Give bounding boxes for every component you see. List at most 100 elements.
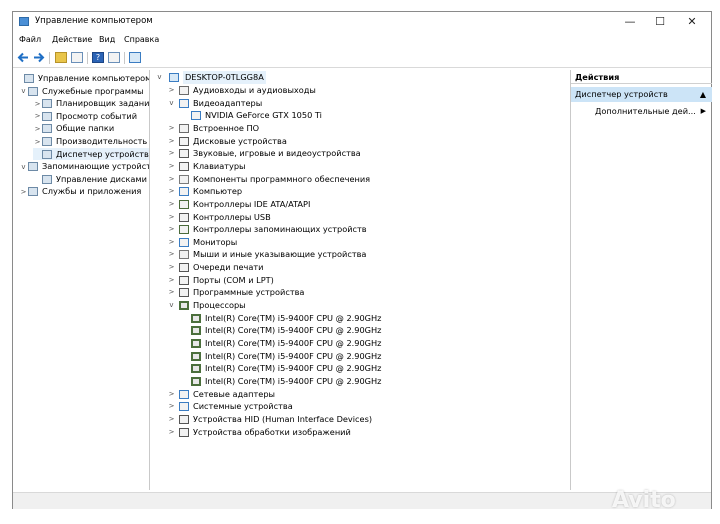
collapse-chevron-icon[interactable]: >	[167, 248, 176, 261]
device-row[interactable]: > Встроенное ПО	[151, 122, 561, 135]
console-tree: Управление компьютером (л v Служебные прог…	[13, 70, 150, 490]
device-row[interactable]: > Системные устройства	[151, 400, 561, 413]
console-tree-item[interactable]: Управление дисками	[33, 173, 147, 185]
device-row[interactable]: v Видеоадаптеры	[151, 97, 561, 110]
submenu-arrow-icon: ▶	[700, 107, 706, 115]
device-row[interactable]: Intel(R) Core(TM) i5-9400F CPU @ 2.90GHz	[151, 337, 561, 350]
device-root-row[interactable]: v DESKTOP-0TLGG8A	[155, 71, 455, 84]
menu-help[interactable]: Справка	[124, 35, 159, 44]
collapse-chevron-icon[interactable]: >	[167, 413, 176, 426]
device-label: Системные устройства	[193, 401, 293, 412]
console-tree-label: Управление дисками	[56, 173, 147, 184]
console-tree-item[interactable]: > Общие папки	[33, 122, 114, 134]
console-tree-item[interactable]: v Служебные программы	[19, 85, 144, 97]
monitor-icon[interactable]	[129, 52, 141, 63]
computer-management-window: Управление компьютером — ☐ ✕ Файл Действ…	[12, 11, 712, 509]
console-tree-item[interactable]: Диспетчер устройств	[33, 147, 149, 160]
processor-icon	[191, 326, 201, 336]
device-label: NVIDIA GeForce GTX 1050 Ti	[205, 110, 322, 121]
collapse-chevron-icon[interactable]: >	[167, 84, 176, 97]
mouse-icon	[179, 250, 189, 260]
forward-arrow-icon[interactable]	[33, 52, 45, 63]
actions-device-manager[interactable]: Диспетчер устройств ▲	[571, 87, 712, 102]
device-row[interactable]: Intel(R) Core(TM) i5-9400F CPU @ 2.90GHz	[151, 362, 561, 375]
back-arrow-icon[interactable]	[17, 52, 29, 63]
collapse-chevron-icon[interactable]: >	[167, 274, 176, 287]
properties-icon[interactable]	[108, 52, 120, 63]
device-row[interactable]: > Программные устройства	[151, 286, 561, 299]
device-row[interactable]: > Аудиовходы и аудиовыходы	[151, 84, 561, 97]
device-row[interactable]: > Очереди печати	[151, 261, 561, 274]
collapse-chevron-icon[interactable]: >	[167, 400, 176, 413]
menu-view[interactable]: Вид	[99, 35, 115, 44]
collapse-chevron-icon[interactable]: >	[167, 388, 176, 401]
device-row[interactable]: > Контроллеры запоминающих устройств	[151, 223, 561, 236]
menu-file[interactable]: Файл	[19, 35, 41, 44]
help-icon[interactable]: ?	[92, 52, 104, 63]
collapse-chevron-icon[interactable]: >	[167, 122, 176, 135]
printer-icon	[179, 263, 189, 273]
console-tree-item[interactable]: > Производительность	[33, 135, 147, 147]
close-button[interactable]: ✕	[677, 12, 707, 32]
device-row[interactable]: > Дисковые устройства	[151, 135, 561, 148]
device-row[interactable]: Intel(R) Core(TM) i5-9400F CPU @ 2.90GHz	[151, 375, 561, 388]
console-tree-item[interactable]: Управление компьютером (л	[15, 72, 149, 84]
collapse-chevron-icon[interactable]: v	[155, 71, 164, 84]
device-row[interactable]: > Устройства HID (Human Interface Devices…	[151, 413, 561, 426]
device-row[interactable]: > Устройства обработки изображений	[151, 426, 561, 439]
console-tree-item[interactable]: > Планировщик заданий	[33, 97, 149, 110]
collapse-chevron-icon[interactable]: >	[167, 147, 176, 160]
device-row[interactable]: > Компоненты программного обеспечения	[151, 173, 561, 186]
device-row[interactable]: Intel(R) Core(TM) i5-9400F CPU @ 2.90GHz	[151, 350, 561, 363]
console-tree-item[interactable]: > Службы и приложения	[19, 185, 141, 197]
device-row[interactable]: > Компьютер	[151, 185, 561, 198]
collapse-chevron-icon[interactable]: >	[33, 98, 42, 110]
computer-icon	[169, 73, 179, 82]
clock-icon	[42, 99, 52, 109]
device-row[interactable]: Intel(R) Core(TM) i5-9400F CPU @ 2.90GHz	[151, 324, 561, 337]
device-row[interactable]: > Мониторы	[151, 236, 561, 249]
event-viewer-icon	[42, 111, 52, 121]
show-hide-tree-icon[interactable]	[71, 52, 83, 63]
device-row[interactable]: > Контроллеры USB	[151, 211, 561, 224]
expand-chevron-icon[interactable]: v	[19, 161, 28, 173]
expand-chevron-icon[interactable]: v	[167, 299, 176, 312]
device-row[interactable]: Intel(R) Core(TM) i5-9400F CPU @ 2.90GHz	[151, 312, 561, 325]
up-folder-icon[interactable]	[55, 52, 67, 63]
device-row[interactable]: > Звуковые, игровые и видеоустройства	[151, 147, 561, 160]
collapse-chevron-icon[interactable]: >	[33, 136, 42, 148]
collapse-chevron-icon[interactable]: >	[167, 223, 176, 236]
maximize-button[interactable]: ☐	[645, 12, 675, 32]
console-tree-item[interactable]: > Просмотр событий	[33, 110, 137, 122]
speaker-icon	[179, 149, 189, 159]
collapse-chevron-icon[interactable]: >	[167, 135, 176, 148]
device-row[interactable]: > Сетевые адаптеры	[151, 388, 561, 401]
collapse-chevron-icon[interactable]: >	[167, 426, 176, 439]
minimize-button[interactable]: —	[615, 12, 645, 32]
device-label: Intel(R) Core(TM) i5-9400F CPU @ 2.90GHz	[205, 338, 382, 348]
device-tree-pane: v DESKTOP-0TLGG8A > Аудиовходы и аудиовых…	[151, 70, 569, 490]
device-row[interactable]: > Клавиатуры	[151, 160, 561, 173]
collapse-chevron-icon[interactable]: >	[167, 173, 176, 186]
menu-action[interactable]: Действие	[52, 35, 92, 44]
expand-chevron-icon[interactable]: v	[167, 97, 176, 110]
device-row[interactable]: > Контроллеры IDE ATA/ATAPI	[151, 198, 561, 211]
collapse-up-icon[interactable]: ▲	[700, 87, 706, 102]
collapse-chevron-icon[interactable]: >	[167, 211, 176, 224]
collapse-chevron-icon[interactable]: >	[167, 185, 176, 198]
collapse-chevron-icon[interactable]: >	[167, 261, 176, 274]
collapse-chevron-icon[interactable]: >	[167, 198, 176, 211]
device-row[interactable]: > Порты (COM и LPT)	[151, 274, 561, 287]
collapse-chevron-icon[interactable]: >	[167, 236, 176, 249]
device-row[interactable]: > Мыши и иные указывающие устройства	[151, 248, 561, 261]
collapse-chevron-icon[interactable]: >	[167, 160, 176, 173]
device-row[interactable]: NVIDIA GeForce GTX 1050 Ti	[151, 109, 561, 122]
collapse-chevron-icon[interactable]: >	[33, 123, 42, 135]
collapse-chevron-icon[interactable]: >	[19, 186, 28, 198]
console-tree-item[interactable]: v Запоминающие устройст	[19, 160, 149, 173]
more-actions-item[interactable]: Дополнительные дей... ▶	[571, 104, 712, 118]
device-row[interactable]: v Процессоры	[151, 299, 561, 312]
expand-chevron-icon[interactable]: v	[19, 85, 28, 97]
collapse-chevron-icon[interactable]: >	[33, 110, 42, 122]
collapse-chevron-icon[interactable]: >	[167, 286, 176, 299]
